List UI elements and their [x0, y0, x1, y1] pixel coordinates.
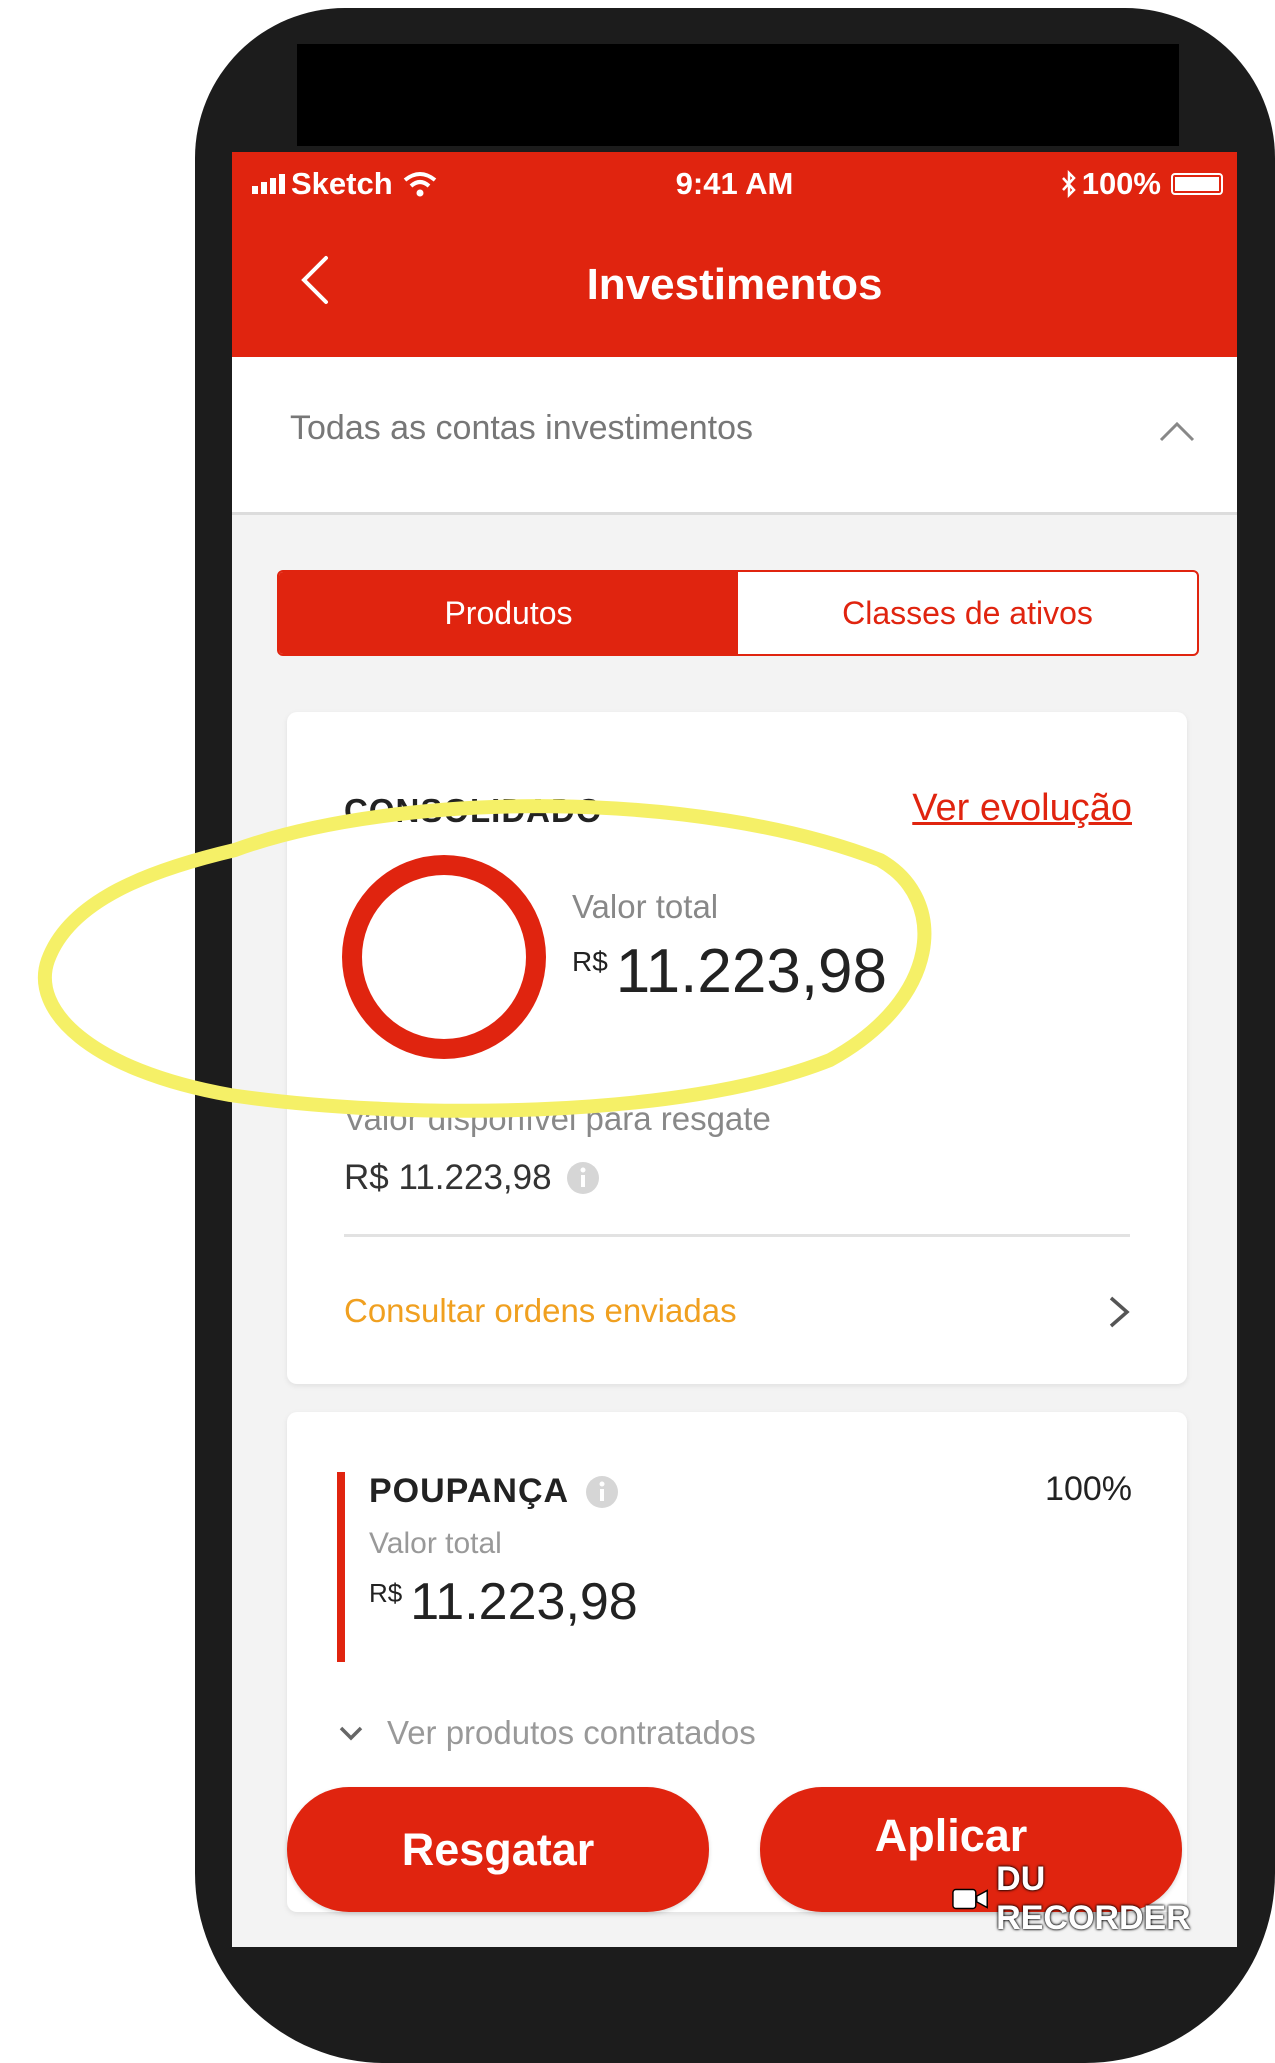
- consult-orders-link[interactable]: Consultar ordens enviadas: [344, 1292, 737, 1330]
- account-selector-label: Todas as contas investimentos: [290, 409, 754, 447]
- currency-symbol: R$: [572, 946, 608, 977]
- account-selector[interactable]: Todas as contas investimentos: [232, 357, 1237, 515]
- consolidated-card: CONSOLIDADO Ver evolução Valor total R$ 1…: [287, 712, 1187, 1384]
- available-value: R$ 11.223,98: [344, 1158, 600, 1198]
- watermark-text: DU RECORDER: [996, 1860, 1191, 1937]
- header: Sketch 9:41 AM 100% Investimentos: [232, 152, 1237, 357]
- info-icon[interactable]: [585, 1475, 619, 1509]
- product-amount: 11.223,98: [410, 1573, 638, 1631]
- total-value-label: Valor total: [572, 888, 719, 925]
- tab-produtos[interactable]: Produtos: [279, 572, 738, 654]
- status-bar: Sketch 9:41 AM 100%: [232, 152, 1237, 214]
- battery-percent: 100%: [1081, 166, 1161, 201]
- portfolio-donut-chart: [342, 855, 546, 1059]
- available-amount: R$ 11.223,98: [344, 1158, 552, 1197]
- card-divider: [344, 1234, 1130, 1237]
- resgatar-button[interactable]: Resgatar: [287, 1787, 709, 1912]
- product-percent: 100%: [1045, 1470, 1132, 1508]
- expand-products-label: Ver produtos contratados: [387, 1714, 756, 1751]
- product-total-value: R$ 11.223,98: [369, 1572, 638, 1632]
- product-total-label: Valor total: [369, 1527, 502, 1560]
- battery-icon: [1171, 173, 1223, 195]
- status-right: 100%: [1060, 166, 1223, 202]
- segmented-tabs: Produtos Classes de ativos: [277, 570, 1199, 656]
- bluetooth-icon: [1061, 170, 1076, 198]
- chevron-down-icon: [339, 1726, 363, 1741]
- video-camera-icon: [952, 1888, 988, 1910]
- chevron-right-icon[interactable]: [1101, 1292, 1137, 1332]
- currency-symbol: R$: [369, 1578, 403, 1608]
- available-value-label: Valor disponível para resgate: [344, 1100, 771, 1137]
- info-icon[interactable]: [566, 1161, 600, 1195]
- total-amount: 11.223,98: [615, 937, 888, 1006]
- product-name: POUPANÇA: [369, 1472, 570, 1510]
- product-title: POUPANÇA: [369, 1472, 619, 1511]
- product-accent-bar: [337, 1472, 345, 1662]
- page-title: Investimentos: [586, 260, 883, 309]
- top-black-bar: [297, 44, 1179, 146]
- expand-products-toggle[interactable]: Ver produtos contratados: [337, 1714, 756, 1752]
- chevron-up-icon: [1159, 421, 1195, 442]
- recorder-watermark: DU RECORDER: [952, 1860, 1237, 1938]
- aplicar-label: Aplicar: [874, 1809, 1028, 1861]
- ver-evolucao-link[interactable]: Ver evolução: [912, 787, 1132, 830]
- total-value: R$ 11.223,98: [572, 936, 887, 1007]
- consolidated-title: CONSOLIDADO: [344, 792, 603, 829]
- app-screen: Sketch 9:41 AM 100% Investimentos Todas: [232, 152, 1237, 1947]
- tab-classes-de-ativos[interactable]: Classes de ativos: [738, 572, 1197, 654]
